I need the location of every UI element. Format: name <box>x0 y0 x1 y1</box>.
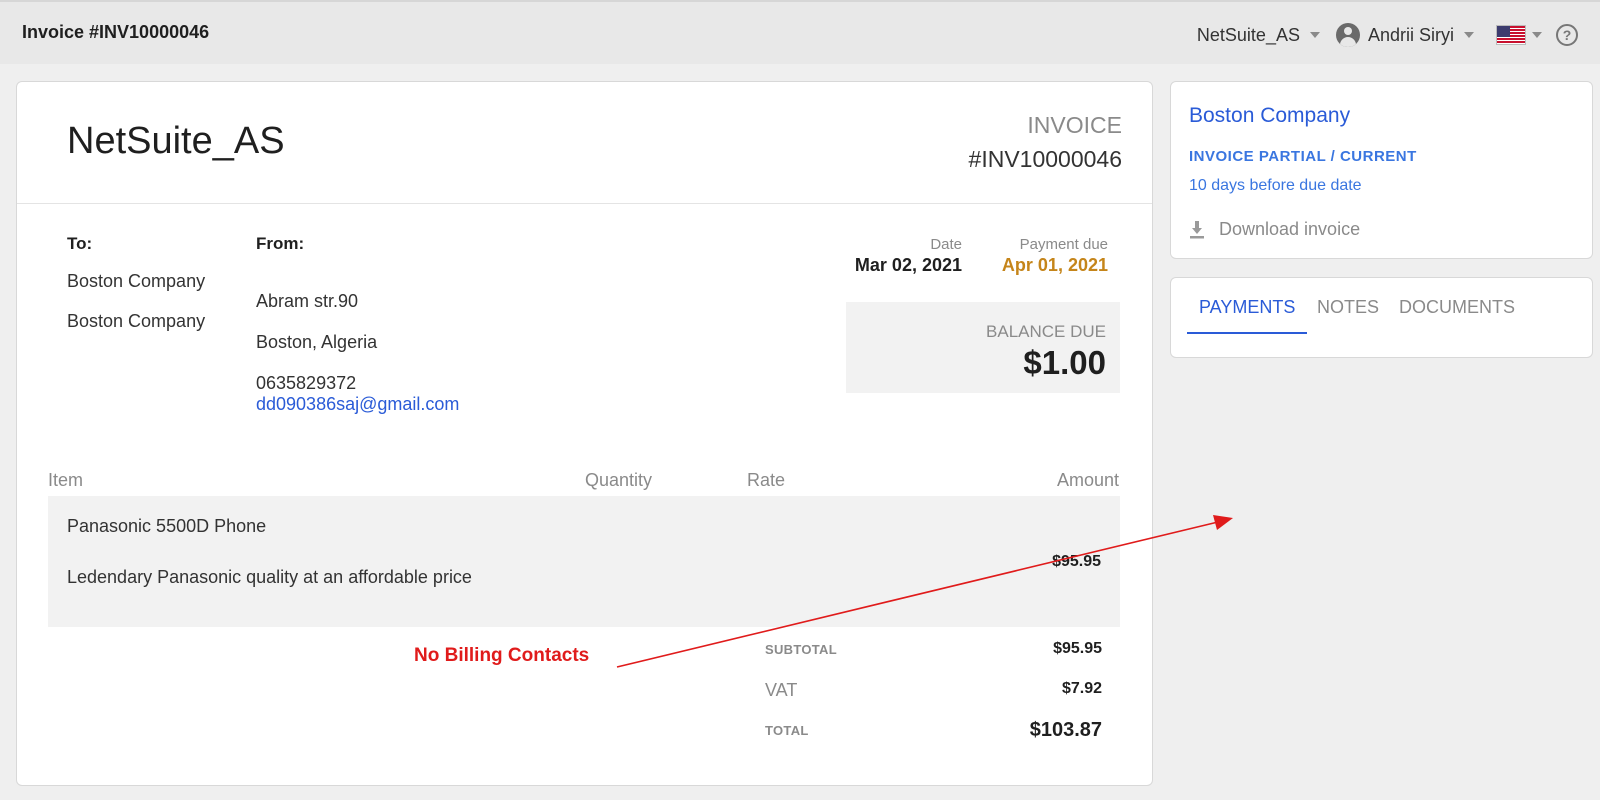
caret-down-icon <box>1532 32 1542 38</box>
tab-payments[interactable]: PAYMENTS <box>1187 297 1308 334</box>
user-menu[interactable]: Andrii Siryi <box>1335 23 1474 47</box>
language-switcher[interactable] <box>1496 25 1542 45</box>
tab-documents[interactable]: DOCUMENTS <box>1399 297 1515 332</box>
item-description: Ledendary Panasonic quality at an afford… <box>67 567 472 587</box>
column-header-amount: Amount <box>1056 470 1119 490</box>
from-city: Boston, Algeria <box>256 332 378 352</box>
download-invoice-button[interactable]: Download invoice <box>1189 219 1360 240</box>
top-bar-controls: NetSuite_AS Andrii Siryi ? <box>1197 19 1578 51</box>
invoice-card: NetSuite_AS INVOICE #INV10000046 To: Bos… <box>16 81 1153 786</box>
top-bar: Invoice #INV10000046 NetSuite_AS Andrii … <box>0 0 1600 64</box>
item-name: Panasonic 5500D Phone <box>67 516 267 536</box>
column-header-item: Item <box>48 470 84 490</box>
customer-link[interactable]: Boston Company <box>1189 104 1350 128</box>
caret-down-icon <box>1464 32 1474 38</box>
balance-due-box: BALANCE DUE $1.00 <box>846 302 1120 393</box>
date-value: Mar 02, 2021 <box>854 255 962 275</box>
annotation-label: No Billing Contacts <box>414 645 590 666</box>
subtotal-value: $95.95 <box>1053 640 1102 657</box>
tabs-card: PAYMENTS NOTES DOCUMENTS <box>1170 277 1593 358</box>
payment-due-label: Payment due <box>1019 236 1108 253</box>
us-flag-icon <box>1496 25 1526 45</box>
download-icon <box>1190 220 1204 238</box>
vat-value: $7.92 <box>1061 680 1102 697</box>
to-line-2: Boston Company <box>67 311 206 331</box>
invoice-header: NetSuite_AS INVOICE #INV10000046 <box>17 82 1152 204</box>
table-row: Panasonic 5500D Phone Ledendary Panasoni… <box>48 496 1120 627</box>
vat-label: VAT <box>765 680 798 700</box>
from-email-link[interactable]: dd090386saj@gmail.com <box>256 394 459 415</box>
org-switcher[interactable]: NetSuite_AS <box>1197 25 1320 46</box>
invoice-label: INVOICE <box>1027 112 1122 138</box>
invoice-status: INVOICE PARTIAL / CURRENT <box>1189 148 1417 165</box>
org-switcher-label: NetSuite_AS <box>1196 24 1300 45</box>
column-header-quantity: Quantity <box>585 470 653 490</box>
user-name: Andrii Siryi <box>1367 24 1454 45</box>
date-label: Date <box>930 236 962 253</box>
payment-due-value: Apr 01, 2021 <box>1001 255 1108 275</box>
balance-due-label: BALANCE DUE <box>986 322 1106 341</box>
subtotal-label: SUBTOTAL <box>765 642 837 657</box>
from-label: From: <box>256 234 305 253</box>
from-phone: 0635829372 <box>256 373 357 393</box>
invoice-summary-card: Boston Company INVOICE PARTIAL / CURRENT… <box>1170 81 1593 259</box>
help-icon[interactable]: ? <box>1556 24 1578 46</box>
total-value: $103.87 <box>1029 719 1102 741</box>
caret-down-icon <box>1309 32 1320 38</box>
invoice-company-name: NetSuite_AS <box>67 120 285 162</box>
column-header-rate: Rate <box>747 470 786 490</box>
tab-notes[interactable]: NOTES <box>1317 297 1379 332</box>
payment-due: Payment due Apr 01, 2021 <box>1002 236 1108 276</box>
from-street: Abram str.90 <box>256 291 359 311</box>
download-invoice-label: Download invoice <box>1219 219 1361 239</box>
total-label: TOTAL <box>765 723 809 738</box>
balance-due-value: $1.00 <box>1023 344 1106 381</box>
item-amount: $95.95 <box>1052 553 1101 570</box>
invoice-date: Date Mar 02, 2021 <box>855 236 962 276</box>
to-line-1: Boston Company <box>67 271 206 291</box>
due-note: 10 days before due date <box>1189 177 1362 194</box>
invoice-number: #INV10000046 <box>968 146 1122 172</box>
page-title: Invoice #INV10000046 <box>22 22 210 42</box>
user-avatar-icon <box>1335 23 1360 47</box>
annotation-arrow-head <box>1213 515 1233 530</box>
to-label: To: <box>67 234 93 253</box>
